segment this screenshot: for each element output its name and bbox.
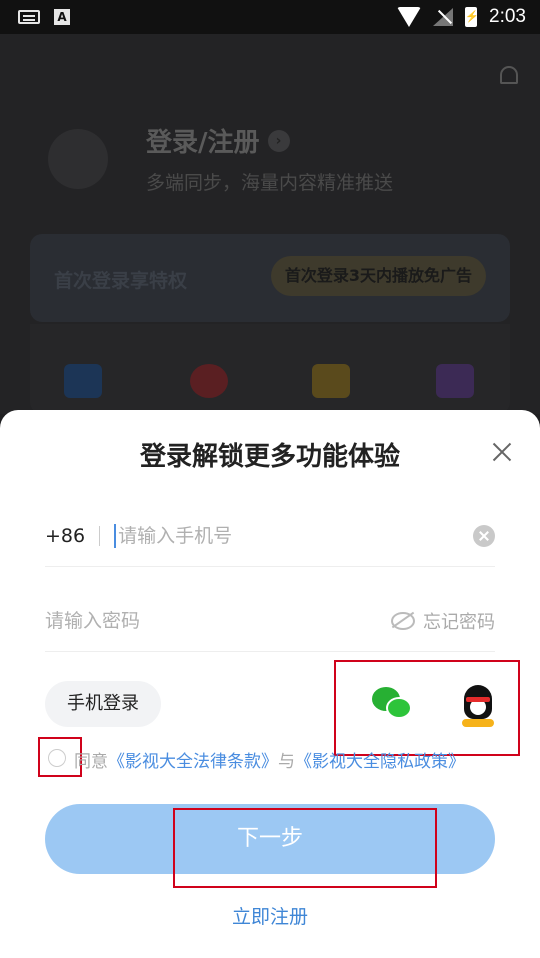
star-icon — [312, 364, 350, 398]
agree-and: 与 — [278, 752, 295, 772]
status-time: 2:03 — [489, 6, 526, 27]
history-icon — [436, 364, 474, 398]
vip-button: 首次登录3天内播放免广告 — [270, 256, 486, 296]
phone-login-button[interactable]: 手机登录 — [45, 681, 161, 727]
qq-icon[interactable] — [460, 685, 496, 729]
agree-prefix: 同意 — [74, 752, 108, 772]
country-code[interactable]: +86 — [45, 525, 85, 547]
text-cursor — [114, 524, 117, 548]
wechat-icon[interactable] — [372, 687, 414, 725]
quick-actions — [30, 324, 510, 414]
download-icon — [64, 364, 102, 398]
a-icon: A — [54, 9, 70, 25]
clear-icon[interactable] — [473, 525, 495, 547]
vip-banner: 首次登录享特权 首次登录3天内播放免广告 — [30, 234, 510, 322]
keyboard-icon — [18, 10, 40, 24]
status-bar: A ⚡ 2:03 — [0, 0, 540, 34]
legal-terms-link[interactable]: 《影视大全法律条款》 — [108, 752, 278, 772]
close-icon[interactable] — [490, 440, 514, 464]
battery-charging-icon: ⚡ — [465, 7, 479, 27]
divider — [99, 526, 101, 546]
password-row: 忘记密码 — [45, 591, 495, 652]
login-register-title: 登录/注册 › — [146, 122, 290, 159]
forgot-password-label: 忘记密码 — [423, 612, 495, 633]
no-signal-icon — [433, 8, 454, 26]
avatar — [48, 129, 108, 189]
next-button-highlight — [173, 808, 437, 888]
wechat-bubble-small — [386, 697, 412, 719]
phone-row: +86 — [45, 506, 495, 567]
heart-icon — [190, 364, 228, 398]
login-subtitle: 多端同步，海量内容精准推送 — [146, 172, 394, 194]
login-modal: 登录解锁更多功能体验 +86 忘记密码 手机登录 同意《影视大全法律条款》与《影 — [0, 410, 540, 958]
social-login-highlight — [334, 660, 520, 756]
chevron-right-icon: › — [267, 129, 290, 152]
agreement-radio[interactable] — [48, 749, 66, 767]
eye-off-icon — [391, 612, 415, 630]
password-input[interactable] — [45, 610, 391, 632]
background-page: 登录/注册 › 多端同步，海量内容精准推送 首次登录享特权 首次登录3天内播放免… — [0, 34, 540, 414]
bell-icon — [500, 66, 518, 84]
agreement-text: 同意《影视大全法律条款》与《影视大全隐私政策》 — [74, 747, 465, 772]
register-now-link[interactable]: 立即注册 — [0, 902, 540, 929]
vip-text: 首次登录享特权 — [54, 270, 188, 292]
qq-scarf — [466, 697, 490, 702]
privacy-policy-link[interactable]: 《影视大全隐私政策》 — [295, 752, 465, 772]
login-register-label: 登录/注册 — [146, 128, 260, 158]
modal-title: 登录解锁更多功能体验 — [139, 442, 400, 472]
qq-feet — [462, 719, 494, 727]
phone-input[interactable] — [118, 525, 473, 547]
wifi-icon — [397, 7, 422, 27]
forgot-password-link[interactable]: 忘记密码 — [391, 608, 495, 634]
